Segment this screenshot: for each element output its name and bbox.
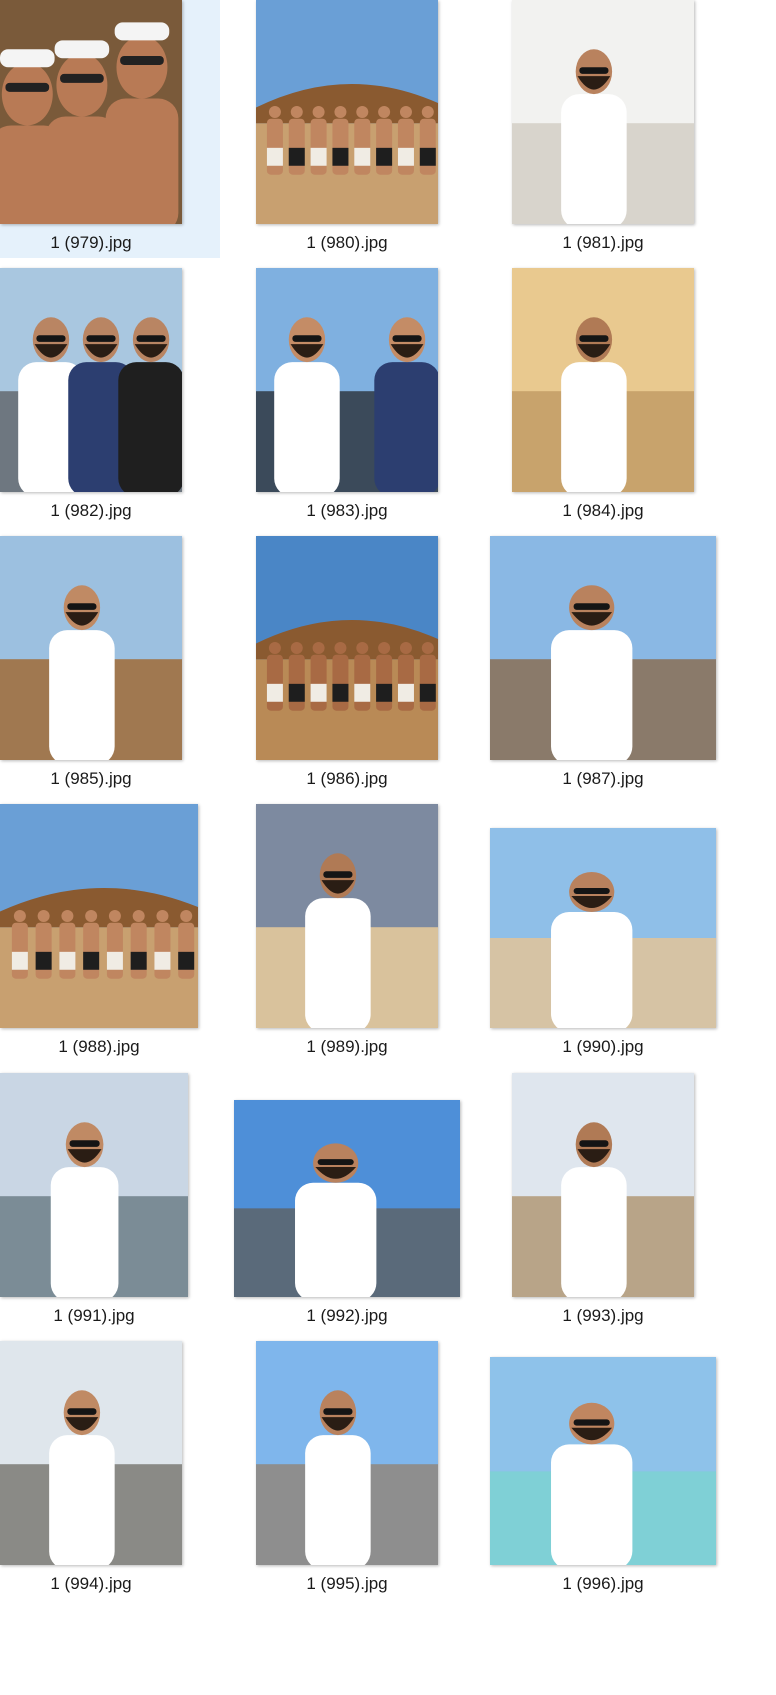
photo-image	[256, 804, 438, 1028]
file-item[interactable]: 1 (984).jpg	[490, 268, 730, 526]
file-thumbnail[interactable]	[490, 536, 716, 760]
file-name-label: 1 (982).jpg	[50, 501, 132, 520]
photo-image	[256, 1341, 438, 1565]
photo-image	[0, 536, 182, 760]
file-item[interactable]: 1 (980).jpg	[240, 0, 460, 258]
file-item[interactable]: 1 (990).jpg	[490, 804, 730, 1062]
file-name-label: 1 (988).jpg	[58, 1037, 140, 1056]
photo-image	[0, 1341, 182, 1565]
file-name-label: 1 (994).jpg	[50, 1574, 132, 1593]
file-thumbnail[interactable]	[0, 536, 182, 760]
file-name-label: 1 (992).jpg	[306, 1306, 388, 1325]
photo-image	[256, 536, 438, 760]
photo-image	[512, 1073, 694, 1297]
file-name-label: 1 (986).jpg	[306, 769, 388, 788]
file-thumbnail[interactable]	[256, 1341, 438, 1565]
file-thumbnail[interactable]	[256, 536, 438, 760]
file-item[interactable]: 1 (996).jpg	[490, 1341, 730, 1599]
file-item[interactable]: 1 (981).jpg	[490, 0, 730, 258]
file-name-label: 1 (993).jpg	[562, 1306, 644, 1325]
file-thumbnail[interactable]	[0, 1341, 182, 1565]
photo-image	[512, 268, 694, 492]
photo-image	[0, 1073, 188, 1297]
file-item[interactable]: 1 (979).jpg	[0, 0, 220, 258]
file-thumbnail[interactable]	[256, 0, 438, 224]
file-name-label: 1 (979).jpg	[50, 233, 132, 252]
file-thumbnail[interactable]	[512, 268, 694, 492]
photo-image	[256, 268, 438, 492]
photo-image	[0, 0, 182, 224]
file-item[interactable]: 1 (983).jpg	[240, 268, 460, 526]
file-thumbnail[interactable]	[490, 1357, 716, 1565]
photo-image	[490, 536, 716, 760]
file-thumbnail[interactable]	[256, 268, 438, 492]
file-item[interactable]: 1 (993).jpg	[490, 1073, 730, 1331]
file-item[interactable]: 1 (992).jpg	[234, 1073, 460, 1331]
file-item[interactable]: 1 (988).jpg	[0, 804, 220, 1062]
file-thumbnail[interactable]	[0, 0, 182, 224]
photo-image	[256, 0, 438, 224]
file-item[interactable]: 1 (987).jpg	[490, 536, 730, 794]
photo-image	[490, 1357, 716, 1565]
file-name-label: 1 (991).jpg	[53, 1306, 135, 1325]
file-name-label: 1 (989).jpg	[306, 1037, 388, 1056]
file-name-label: 1 (980).jpg	[306, 233, 388, 252]
file-name-label: 1 (984).jpg	[562, 501, 644, 520]
file-name-label: 1 (996).jpg	[562, 1574, 644, 1593]
file-name-label: 1 (990).jpg	[562, 1037, 644, 1056]
file-name-label: 1 (995).jpg	[306, 1574, 388, 1593]
file-name-label: 1 (985).jpg	[50, 769, 132, 788]
file-thumbnail[interactable]	[0, 1073, 188, 1297]
file-grid: 1 (979).jpg 1 (980).jpg 1 (981).jpg 1 (982)…	[0, 0, 776, 1695]
file-name-label: 1 (983).jpg	[306, 501, 388, 520]
file-thumbnail[interactable]	[234, 1100, 460, 1297]
file-item[interactable]: 1 (995).jpg	[240, 1341, 460, 1599]
file-thumbnail[interactable]	[512, 1073, 694, 1297]
file-item[interactable]: 1 (982).jpg	[0, 268, 220, 526]
file-name-label: 1 (987).jpg	[562, 769, 644, 788]
file-item[interactable]: 1 (986).jpg	[240, 536, 460, 794]
file-item[interactable]: 1 (985).jpg	[0, 536, 220, 794]
file-item[interactable]: 1 (994).jpg	[0, 1341, 220, 1599]
photo-image	[0, 268, 182, 492]
file-thumbnail[interactable]	[0, 804, 198, 1028]
file-thumbnail[interactable]	[490, 828, 716, 1028]
file-thumbnail[interactable]	[512, 0, 694, 224]
file-item[interactable]: 1 (991).jpg	[0, 1073, 220, 1331]
file-thumbnail[interactable]	[256, 804, 438, 1028]
photo-image	[234, 1100, 460, 1297]
file-thumbnail[interactable]	[0, 268, 182, 492]
photo-image	[512, 0, 694, 224]
file-item[interactable]: 1 (989).jpg	[240, 804, 460, 1062]
photo-image	[490, 828, 716, 1028]
file-name-label: 1 (981).jpg	[562, 233, 644, 252]
photo-image	[0, 804, 198, 1028]
